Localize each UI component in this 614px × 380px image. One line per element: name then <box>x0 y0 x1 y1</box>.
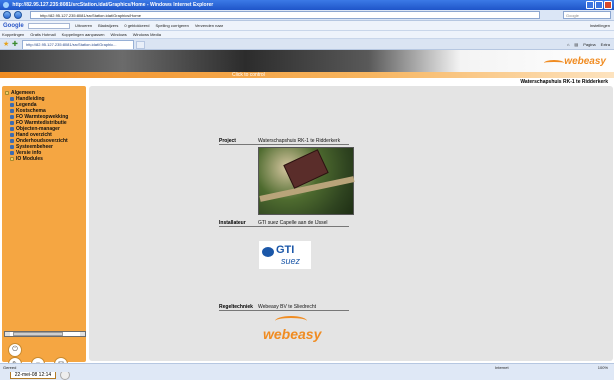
legend-icon <box>10 103 14 107</box>
logo-swoosh-icon <box>544 60 565 66</box>
minimize-button[interactable] <box>586 1 594 9</box>
page-menu[interactable]: Pagina <box>583 39 595 50</box>
scroll-thumb[interactable] <box>13 332 63 336</box>
document-icon <box>10 121 14 125</box>
divider <box>219 226 349 227</box>
project-info-panel: Project Waterschapshuis RK-1 te Ridderke… <box>89 86 613 361</box>
help-icon <box>10 97 14 101</box>
favorites-star-icon[interactable]: ★ <box>3 40 9 49</box>
manager-icon <box>10 127 14 131</box>
building-photo <box>258 147 355 215</box>
google-tool-popups[interactable]: 0 geblokkeerd <box>124 21 149 31</box>
google-logo: Google <box>3 23 24 29</box>
browser-tab[interactable]: http://82.95.127.235:8081/srcStation.ida… <box>22 40 134 49</box>
google-tool-run[interactable]: Uitvoeren <box>75 21 92 31</box>
document-icon <box>10 115 14 119</box>
search-input[interactable]: Google <box>563 11 611 19</box>
status-bar: Gereed Internet 100% <box>0 363 614 372</box>
link-windows[interactable]: Windows <box>111 31 127 38</box>
link-windows-media[interactable]: Windows Media <box>133 31 161 38</box>
sidebar: Algemeen Handleiding Legenda Kostschema … <box>2 86 86 380</box>
logo-swoosh-icon <box>275 316 307 326</box>
divider <box>219 310 349 311</box>
sidebar-scrollbar[interactable] <box>4 331 86 337</box>
zoom-level[interactable]: 100% <box>598 364 608 372</box>
system-icon <box>10 145 14 149</box>
print-icon[interactable]: ▤ <box>574 39 578 50</box>
link-customize[interactable]: Koppelingen aanpassen <box>62 31 105 38</box>
page-content: Click to control webeasy Waterschapshuis… <box>0 50 614 380</box>
close-button[interactable] <box>604 1 612 9</box>
divider <box>219 144 349 145</box>
wrench-icon <box>10 139 14 143</box>
webeasy-header-logo: webeasy <box>544 56 606 67</box>
google-toolbar: Google Uitvoeren Bladwijzers 0 geblokkee… <box>0 21 614 31</box>
google-search-input[interactable] <box>28 23 70 29</box>
google-tool-spelling[interactable]: Spelling corrigeren <box>156 21 189 31</box>
hand-icon <box>10 133 14 137</box>
folder-icon <box>10 157 14 161</box>
navigation-tree: Algemeen Handleiding Legenda Kostschema … <box>5 90 85 162</box>
gti-ball-icon <box>262 247 274 257</box>
scroll-left-arrow[interactable] <box>5 332 10 336</box>
google-settings[interactable]: Instellingen <box>590 21 610 31</box>
window-title: http://82.95.127.235:8081/srcStation.ida… <box>12 2 214 8</box>
maximize-button[interactable] <box>595 1 603 9</box>
power-button[interactable]: ⏻ <box>8 343 22 357</box>
links-label: Koppelingen <box>2 32 25 37</box>
click-to-control-link[interactable]: Click to control <box>232 72 265 78</box>
status-text: Gereed <box>3 365 17 370</box>
header-strip <box>0 72 614 78</box>
header-banner <box>0 50 614 72</box>
link-hotmail[interactable]: Gratis Hotmail <box>30 31 55 38</box>
tree-item-io-modules[interactable]: IO Modules <box>5 156 85 162</box>
forward-button[interactable] <box>14 11 22 19</box>
links-bar: Koppelingen Gratis Hotmail Koppelingen a… <box>0 31 614 39</box>
internet-explorer-icon <box>3 1 9 8</box>
gti-suez-logo: GTI suez <box>259 241 311 269</box>
tab-bar: ★ ✚ http://82.95.127.235:8081/srcStation… <box>0 39 614 50</box>
security-zone: Internet <box>495 365 509 370</box>
window-controls <box>586 1 612 9</box>
google-tool-bookmarks[interactable]: Bladwijzers <box>98 21 118 31</box>
address-bar: http://82.95.127.235:8081/srcStation.ida… <box>0 10 614 21</box>
document-icon <box>10 109 14 113</box>
folder-icon <box>5 91 9 95</box>
scroll-right-arrow[interactable] <box>80 332 85 336</box>
google-tool-send[interactable]: Verzenden naar <box>195 21 223 31</box>
new-tab-button[interactable] <box>136 41 145 49</box>
window-titlebar: http://82.95.127.235:8081/srcStation.ida… <box>0 0 614 10</box>
url-input[interactable]: http://82.95.127.235:8081/srcStation.ida… <box>30 11 540 19</box>
home-icon[interactable]: ⌂ <box>567 39 569 50</box>
add-favorite-icon[interactable]: ✚ <box>12 40 18 49</box>
back-button[interactable] <box>3 11 11 19</box>
info-icon <box>10 151 14 155</box>
date-time-display: 22-mei-08 12:14 <box>10 371 56 379</box>
tools-menu[interactable]: Extra <box>601 39 610 50</box>
location-title: Waterschapshuis RK-1 te Ridderkerk <box>520 79 608 85</box>
webeasy-logo: webeasy <box>263 316 321 342</box>
